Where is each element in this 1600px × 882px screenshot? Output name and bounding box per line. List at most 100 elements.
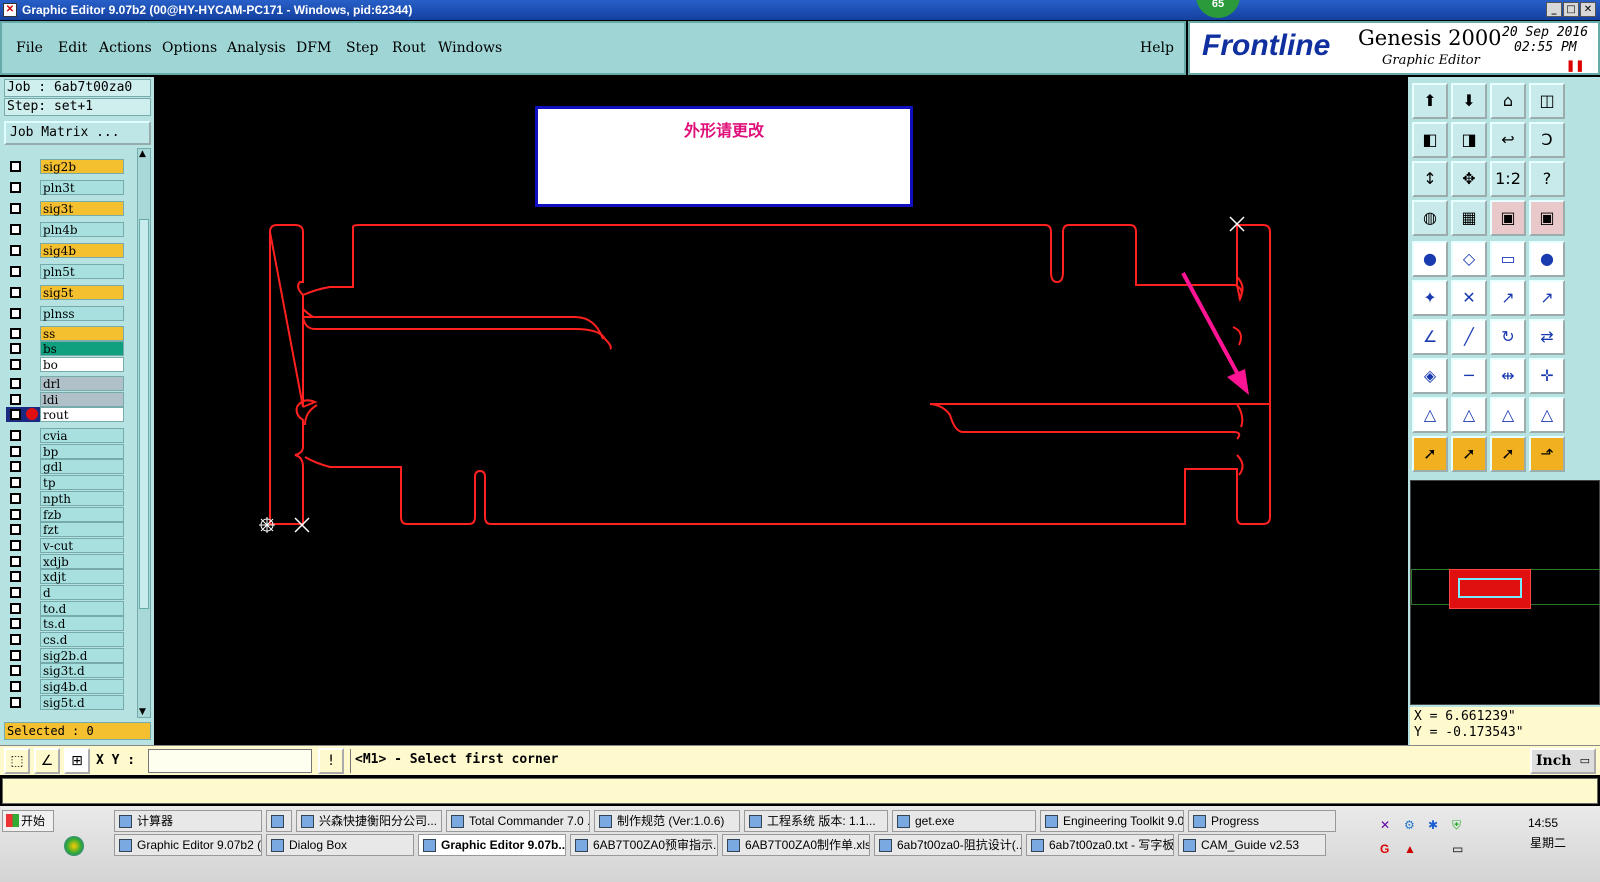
shield-icon[interactable]: ⛨ [1452,818,1461,833]
layer-checkbox[interactable] [10,477,21,488]
task-button-row1[interactable]: Engineering Toolkit 9.0... [1040,810,1184,832]
task-button-row1[interactable] [266,810,292,832]
grid-icon[interactable]: ▦ [1451,200,1487,236]
fit-center-icon[interactable]: ✥ [1451,161,1487,197]
zoom-area-icon[interactable]: ⬚ [4,748,30,774]
layer-row-cs.d[interactable]: cs.d [6,632,124,647]
layer-checkbox[interactable] [10,493,21,504]
layer-checkbox[interactable] [10,540,21,551]
home-down-icon[interactable]: ⬇ [1451,83,1487,119]
layer-checkbox[interactable] [10,359,21,370]
task-button-row2[interactable]: Dialog Box [266,834,414,856]
layer-row-rout[interactable]: rout [6,407,124,422]
task-button-row2[interactable]: 6AB7T00ZA0预审指示.... [570,834,718,856]
layer-row-bs[interactable]: bs [6,341,124,356]
layer-row-v-cut[interactable]: v-cut [6,538,124,553]
layer-row-ldi[interactable]: ldi [6,392,124,407]
layer-row-fzt[interactable]: fzt [6,522,124,537]
ruler-tool-icon[interactable]: ▭ [1490,241,1526,277]
task-button-row1[interactable]: 兴森快捷衡阳分公司... [296,810,442,832]
task-button-row2[interactable]: 6ab7t00za0-阻抗设计(... [874,834,1022,856]
triangle-c-icon[interactable]: △ [1490,397,1526,433]
maximize-button[interactable]: □ [1563,2,1579,17]
menu-step[interactable]: Step [346,40,378,56]
layer-row-to.d[interactable]: to.d [6,601,124,616]
layer-row-sig5t[interactable]: sig5t [6,285,124,300]
layer-row-sig5t.d[interactable]: sig5t.d [6,695,124,710]
layer-scrollbar[interactable]: ▲ ▼ [137,148,151,718]
layer-row-sig4b[interactable]: sig4b [6,243,124,258]
task-button-row2[interactable]: Graphic Editor 9.07b2 (... [114,834,262,856]
snap-angle-icon[interactable]: ∠ [34,748,60,774]
layer-row-npth[interactable]: npth [6,491,124,506]
layer-checkbox[interactable] [10,430,21,441]
transform-icon[interactable]: ✛ [1529,358,1565,394]
layer-checkbox[interactable] [10,461,21,472]
flip-tool-icon[interactable]: ⇄ [1529,319,1565,355]
scale-1-2-icon[interactable]: 1:2 [1490,161,1526,197]
menu-edit[interactable]: Edit [58,40,87,56]
layer-row-sig2b.d[interactable]: sig2b.d [6,648,124,663]
layer-checkbox[interactable] [10,308,21,319]
help-icon[interactable]: ? [1529,161,1565,197]
tray-icon-1[interactable]: ✕ [1380,818,1390,832]
layer-row-xdjt[interactable]: xdjt [6,569,124,584]
task-button-row1[interactable]: 工程系统 版本: 1.1... [744,810,888,832]
layer-row-sig3t[interactable]: sig3t [6,201,124,216]
triangle-b-icon[interactable]: △ [1451,397,1487,433]
task-button-row2[interactable]: Graphic Editor 9.07b... [418,834,566,856]
select-round-icon[interactable]: ➚ [1490,436,1526,472]
layer-row-bp[interactable]: bp [6,444,124,459]
menu-help[interactable]: Help [1140,40,1174,56]
layer-row-sig4b.d[interactable]: sig4b.d [6,679,124,694]
layer-checkbox[interactable] [10,603,21,614]
layer-checkbox[interactable] [10,618,21,629]
layer-checkbox[interactable] [10,343,21,354]
add-pad-icon[interactable]: ◈ [1412,358,1448,394]
menu-windows[interactable]: Windows [438,40,502,56]
line-tool-icon[interactable]: ╱ [1451,319,1487,355]
polygon-tool-icon[interactable]: ◇ [1451,241,1487,277]
select-box-icon[interactable]: ➚ [1451,436,1487,472]
tray-icon-6[interactable]: ▲ [1404,842,1416,856]
layer-row-cvia[interactable]: cvia [6,428,124,443]
minimize-button[interactable]: _ [1546,2,1562,17]
task-button-row2[interactable]: 6ab7t00za0.txt - 写字板 [1026,834,1174,856]
pan-back-icon[interactable]: ↩ [1490,122,1526,158]
layers-b-icon[interactable]: ▣ [1529,200,1565,236]
layer-checkbox[interactable] [10,681,21,692]
layer-checkbox[interactable] [10,378,21,389]
layer-checkbox[interactable] [10,587,21,598]
task-button-row1[interactable]: Total Commander 7.0 ... [446,810,590,832]
layer-checkbox[interactable] [10,650,21,661]
layer-checkbox[interactable] [10,556,21,567]
layer-row-ss[interactable]: ss [6,326,124,341]
network-icon[interactable]: ▭ [1452,842,1463,856]
layer-row-plnss[interactable]: plnss [6,306,124,321]
rotate-tool-icon[interactable]: ↻ [1490,319,1526,355]
connect-tool-icon[interactable]: ✦ [1412,280,1448,316]
layers-a-icon[interactable]: ▣ [1490,200,1526,236]
triangle-d-icon[interactable]: △ [1529,397,1565,433]
bluetooth-icon[interactable]: ✱ [1428,818,1438,832]
layer-row-sig3t.d[interactable]: sig3t.d [6,663,124,678]
pad-tool-icon[interactable]: ● [1412,241,1448,277]
layer-checkbox[interactable] [10,697,21,708]
task-button-row2[interactable]: CAM_Guide v2.53 [1178,834,1326,856]
select-path-icon[interactable]: ⬏ [1529,436,1565,472]
fit-vertical-icon[interactable]: ↕ [1412,161,1448,197]
layer-checkbox[interactable] [10,203,21,214]
line-red-icon[interactable]: ─ [1451,358,1487,394]
quicklaunch-icon[interactable] [64,836,84,856]
home-up-icon[interactable]: ⬆ [1412,83,1448,119]
tray-icon-2[interactable]: ⚙ [1404,818,1415,832]
layer-checkbox[interactable] [10,224,21,235]
home-icon[interactable]: ⌂ [1490,83,1526,119]
layer-row-d[interactable]: d [6,585,124,600]
layer-row-tp[interactable]: tp [6,475,124,490]
layer-checkbox[interactable] [10,634,21,645]
menu-file[interactable]: File [16,40,43,56]
menu-rout[interactable]: Rout [392,40,426,56]
layer-row-drl[interactable]: drl [6,376,124,391]
layer-row-sig2b[interactable]: sig2b [6,159,124,174]
